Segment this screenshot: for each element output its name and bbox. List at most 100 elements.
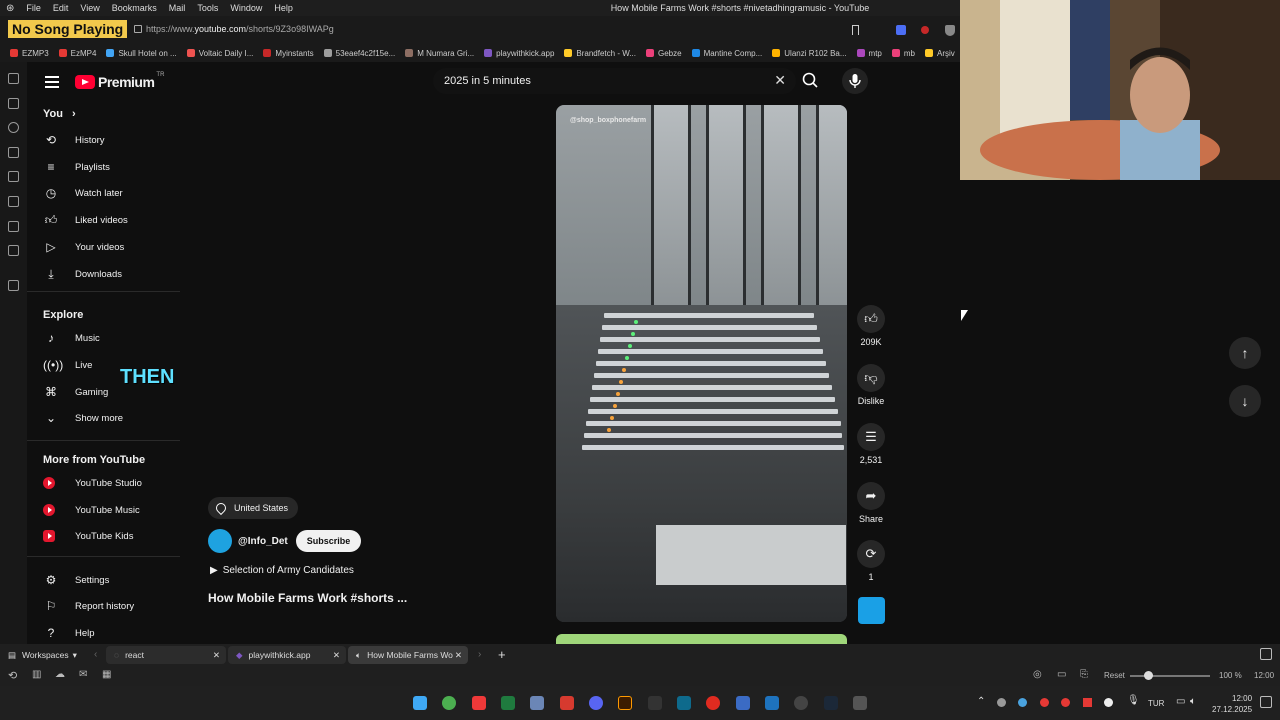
sidebar-item-downloads[interactable]: ⤓ Downloads — [43, 264, 122, 284]
bookmark-mantine[interactable]: Mantine Comp... — [691, 49, 762, 58]
tab-scroll-right-icon[interactable]: › — [478, 649, 481, 660]
extension-record-icon[interactable] — [921, 26, 929, 34]
tab-react[interactable]: ◌ react ✕ — [106, 646, 226, 664]
playlist-link[interactable]: ▶ Selection of Army Candidates — [210, 565, 354, 576]
voice-search-button[interactable] — [842, 68, 868, 94]
like-button[interactable]: 👍︎ 209K — [857, 305, 885, 347]
sidebar-item-liked-videos[interactable]: 👍︎ Liked videos — [43, 210, 128, 230]
next-short-preview[interactable] — [556, 634, 847, 644]
sidebar-item-youtube-studio[interactable]: YouTube Studio — [43, 473, 142, 493]
menu-view[interactable]: View — [80, 3, 99, 13]
sidebar-item-settings[interactable]: ⚙ Settings — [43, 570, 110, 590]
comments-button[interactable]: ☰ 2,531 — [857, 423, 885, 465]
bookmark-ulanzi[interactable]: Ulanzi R102 Ba... — [772, 49, 847, 58]
tray-icon[interactable] — [1061, 698, 1070, 707]
tray-steam-icon[interactable] — [1018, 698, 1027, 707]
sidebar-item-help[interactable]: ? Help — [43, 623, 95, 643]
menu-edit[interactable]: Edit — [53, 3, 69, 13]
tray-overflow-icon[interactable]: ⌃ — [977, 696, 985, 707]
app-icon[interactable] — [853, 696, 867, 710]
steam-icon[interactable] — [824, 696, 838, 710]
close-tab-icon[interactable]: ✕ — [213, 650, 220, 661]
shorts-video-player[interactable]: @shop_boxphonefarm — [556, 105, 847, 622]
avatar[interactable] — [208, 529, 232, 553]
bookmark-arsiv[interactable]: Arşiv — [925, 49, 955, 58]
panel-history-icon[interactable] — [8, 122, 19, 133]
previous-short-button[interactable]: ↑ — [1229, 337, 1261, 369]
panel-mail-icon[interactable] — [8, 245, 19, 256]
sidebar-item-music[interactable]: ♪ Music — [43, 328, 100, 348]
extension-translate-icon[interactable] — [896, 25, 906, 35]
tray-icon[interactable] — [1083, 698, 1092, 707]
record-icon[interactable] — [706, 696, 720, 710]
capture-icon[interactable]: ◎ — [1033, 669, 1042, 680]
dislike-button[interactable]: 👎︎ Dislike — [857, 364, 885, 406]
close-tab-icon[interactable]: ✕ — [455, 650, 462, 661]
bookmark-playwithkick[interactable]: playwithkick.app — [484, 49, 554, 58]
panel-add-icon[interactable] — [8, 280, 19, 291]
channel-name[interactable]: @Info_Det — [238, 536, 288, 547]
tray-icon[interactable] — [997, 698, 1006, 707]
new-tab-icon[interactable]: + — [498, 647, 506, 662]
filezilla-icon[interactable] — [560, 696, 574, 710]
bookmark-myinstants[interactable]: Myinstants — [263, 49, 314, 58]
chrome-icon[interactable] — [442, 696, 456, 710]
keyboard-language[interactable]: TUR — [1148, 699, 1164, 708]
volume-icon[interactable]: 🔈︎ — [1190, 696, 1196, 707]
panel-notes-icon[interactable] — [8, 147, 19, 158]
notification-center-icon[interactable] — [1260, 696, 1272, 708]
zoom-slider-handle[interactable] — [1144, 671, 1153, 680]
close-tab-icon[interactable]: ✕ — [333, 650, 340, 661]
subscribe-button[interactable]: Subscribe — [295, 530, 362, 552]
notifications-icon[interactable] — [1260, 648, 1272, 660]
sidebar-item-youtube-kids[interactable]: YouTube Kids — [43, 526, 133, 546]
extension-shield-icon[interactable] — [945, 25, 955, 36]
video-title[interactable]: How Mobile Farms Work #shorts ... — [208, 591, 407, 605]
github-icon[interactable] — [794, 696, 808, 710]
zoom-reset-button[interactable]: Reset — [1104, 671, 1125, 680]
panel-translate-icon[interactable] — [8, 171, 19, 182]
you-section-header[interactable]: You › — [43, 108, 76, 120]
tab-playwithkick[interactable]: ◆ playwithkick.app ✕ — [228, 646, 346, 664]
terminal-icon[interactable] — [501, 696, 515, 710]
tile-icon[interactable]: ▭ — [1057, 669, 1066, 680]
file-explorer-icon[interactable] — [736, 696, 750, 710]
cloud-icon[interactable]: ☁ — [55, 669, 65, 680]
menu-file[interactable]: File — [26, 3, 41, 13]
youtube-premium-logo[interactable]: Premium TR — [75, 72, 164, 90]
calendar-icon[interactable]: ▦ — [102, 669, 111, 680]
vivaldi-icon[interactable] — [472, 696, 486, 710]
discord-icon[interactable] — [589, 696, 603, 710]
tab-how-mobile-farms[interactable]: 🔈︎ How Mobile Farms Wo ✕ — [348, 646, 468, 664]
app-icon[interactable] — [677, 696, 691, 710]
zoom-slider[interactable] — [1130, 675, 1210, 677]
bookmark-ezmp4[interactable]: EzMP4 — [58, 49, 96, 58]
mail-icon[interactable]: ✉ — [79, 669, 87, 680]
bookmark-voltaic[interactable]: Voltaic Daily I... — [186, 49, 253, 58]
menu-window[interactable]: Window — [230, 3, 262, 13]
bookmark-mtp[interactable]: mtp — [856, 49, 882, 58]
sidebar-item-live[interactable]: ((•)) Live — [43, 355, 92, 375]
clear-search-icon[interactable]: ✕ — [774, 72, 786, 89]
bookmark-ezmp3[interactable]: EZMP3 — [10, 49, 49, 58]
bookmark-page-icon[interactable] — [852, 25, 859, 35]
next-short-button[interactable]: ↓ — [1229, 385, 1261, 417]
panel-window-icon[interactable] — [8, 221, 19, 232]
menu-tools[interactable]: Tools — [197, 3, 218, 13]
bookmark-skull-hotel[interactable]: Skull Hotel on ... — [106, 49, 177, 58]
panel-toggle-icon[interactable]: ▥ — [32, 669, 41, 680]
search-input[interactable]: 2025 in 5 minutes ✕ — [433, 68, 796, 94]
bookmark-brandfetch[interactable]: Brandfetch - W... — [564, 49, 636, 58]
taskbar-date[interactable]: 27.12.2025 — [1212, 705, 1252, 714]
sidebar-item-show-more[interactable]: ⌄ Show more — [43, 408, 123, 428]
panel-bookmarks-icon[interactable] — [8, 73, 19, 84]
bookmark-gebze[interactable]: Gebze — [645, 49, 682, 58]
network-icon[interactable]: ▭ — [1176, 696, 1185, 707]
tray-icon[interactable] — [1040, 698, 1049, 707]
channel-avatar-button[interactable] — [858, 597, 885, 624]
illustrator-icon[interactable] — [618, 696, 632, 710]
workspaces-button[interactable]: ▤ Workspaces ▾ — [0, 646, 90, 664]
menu-help[interactable]: Help — [274, 3, 293, 13]
location-chip[interactable]: United States — [208, 497, 299, 519]
remix-button[interactable]: ⟳ 1 — [857, 540, 885, 582]
